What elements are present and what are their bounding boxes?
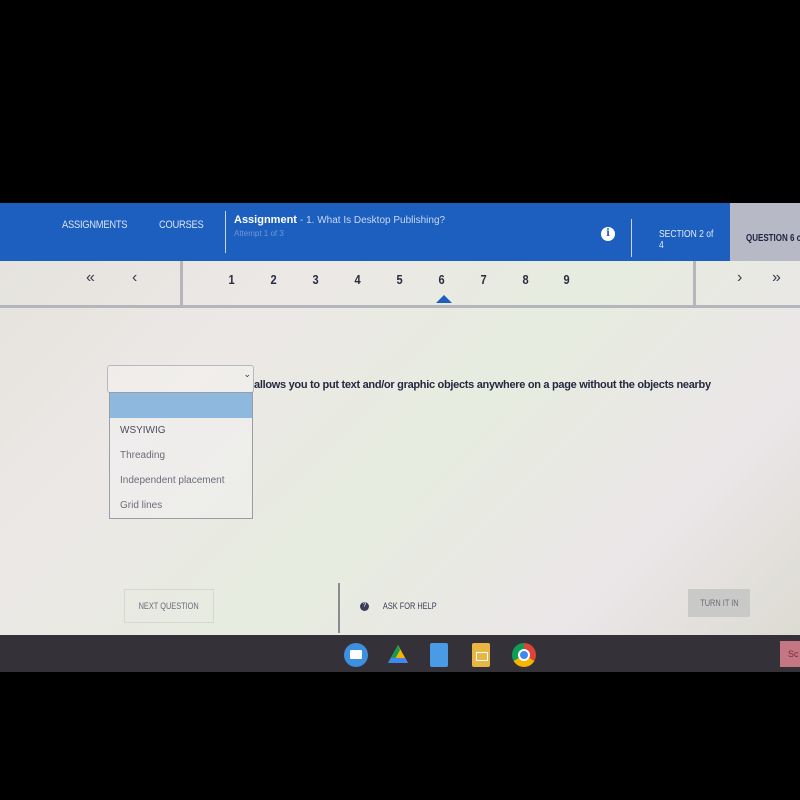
- attempt-label: Attempt 1 of 3: [234, 229, 284, 238]
- google-slides-icon[interactable]: [472, 643, 490, 667]
- top-navigation-bar: ASSIGNMENTS COURSES Assignment - 1. What…: [0, 203, 730, 261]
- drive-glyph-icon: [388, 645, 408, 663]
- google-drive-icon[interactable]: [386, 643, 410, 667]
- help-icon: ?: [360, 601, 369, 611]
- nav-courses[interactable]: COURSES: [159, 219, 204, 231]
- files-app-icon[interactable]: [344, 643, 368, 667]
- slides-glyph-icon: [476, 652, 488, 661]
- last-page-icon[interactable]: »: [772, 269, 781, 287]
- dropdown-option[interactable]: Threading: [110, 443, 252, 468]
- dropdown-option[interactable]: WSYIWIG: [110, 418, 252, 443]
- chrome-ring-icon: [518, 649, 530, 661]
- page-5[interactable]: 5: [397, 272, 403, 287]
- ask-for-help-label: ASK FOR HELP: [382, 601, 437, 611]
- page-1[interactable]: 1: [229, 272, 235, 287]
- pager-divider-right: [693, 261, 696, 305]
- nav-assignments[interactable]: ASSIGNMENTS: [62, 219, 128, 231]
- dropdown-option[interactable]: Grid lines: [110, 493, 252, 518]
- question-label: QUESTION 6 of: [746, 233, 800, 244]
- page-4[interactable]: 4: [355, 272, 361, 287]
- turn-it-in-label: TURN IT IN: [699, 598, 739, 608]
- next-page-icon[interactable]: ›: [737, 269, 742, 287]
- section-label: SECTION 2 of 4: [659, 229, 714, 251]
- nav-divider: [225, 211, 226, 253]
- chrome-icon[interactable]: [512, 643, 536, 667]
- current-page-marker: [436, 295, 452, 303]
- browser-screen: ASSIGNMENTS COURSES Assignment - 1. What…: [0, 203, 800, 635]
- chevron-down-icon: ⌄: [243, 369, 251, 379]
- dropdown-option[interactable]: Independent placement: [110, 468, 252, 493]
- page-6-current[interactable]: 6: [439, 272, 445, 287]
- dropdown-menu: WSYIWIG Threading Independent placement …: [109, 392, 253, 519]
- next-question-button[interactable]: NEXT QUESTION: [124, 589, 214, 623]
- section-divider: [631, 219, 632, 257]
- shelf-right-button[interactable]: Sc: [780, 641, 800, 667]
- first-page-icon[interactable]: «: [86, 269, 95, 287]
- folder-glyph-icon: [350, 650, 362, 659]
- page-8[interactable]: 8: [523, 272, 529, 287]
- ask-for-help-button[interactable]: ? ASK FOR HELP: [360, 601, 443, 611]
- assignment-subtitle: - 1. What Is Desktop Publishing?: [300, 215, 446, 226]
- question-text: allows you to put text and/or graphic ob…: [254, 379, 711, 391]
- page-3[interactable]: 3: [313, 272, 319, 287]
- prev-page-icon[interactable]: ‹: [132, 269, 137, 287]
- dropdown-option-blank[interactable]: [110, 393, 252, 418]
- assignment-title: Assignment: [234, 214, 297, 226]
- answer-dropdown[interactable]: ⌄: [107, 365, 254, 393]
- os-shelf: [0, 635, 800, 672]
- question-indicator: QUESTION 6 of: [730, 203, 800, 261]
- google-docs-icon[interactable]: [430, 643, 448, 667]
- page-9[interactable]: 9: [564, 272, 570, 287]
- turn-it-in-button[interactable]: TURN IT IN: [688, 589, 750, 617]
- page-2[interactable]: 2: [271, 272, 277, 287]
- footer-actions: NEXT QUESTION ? ASK FOR HELP TURN IT IN: [0, 579, 800, 635]
- page-7[interactable]: 7: [481, 272, 487, 287]
- pager-divider-left: [180, 261, 183, 305]
- chrome-center-icon: [520, 651, 528, 659]
- footer-divider: [338, 583, 340, 633]
- info-icon[interactable]: i: [601, 227, 615, 241]
- next-question-label: NEXT QUESTION: [138, 601, 200, 611]
